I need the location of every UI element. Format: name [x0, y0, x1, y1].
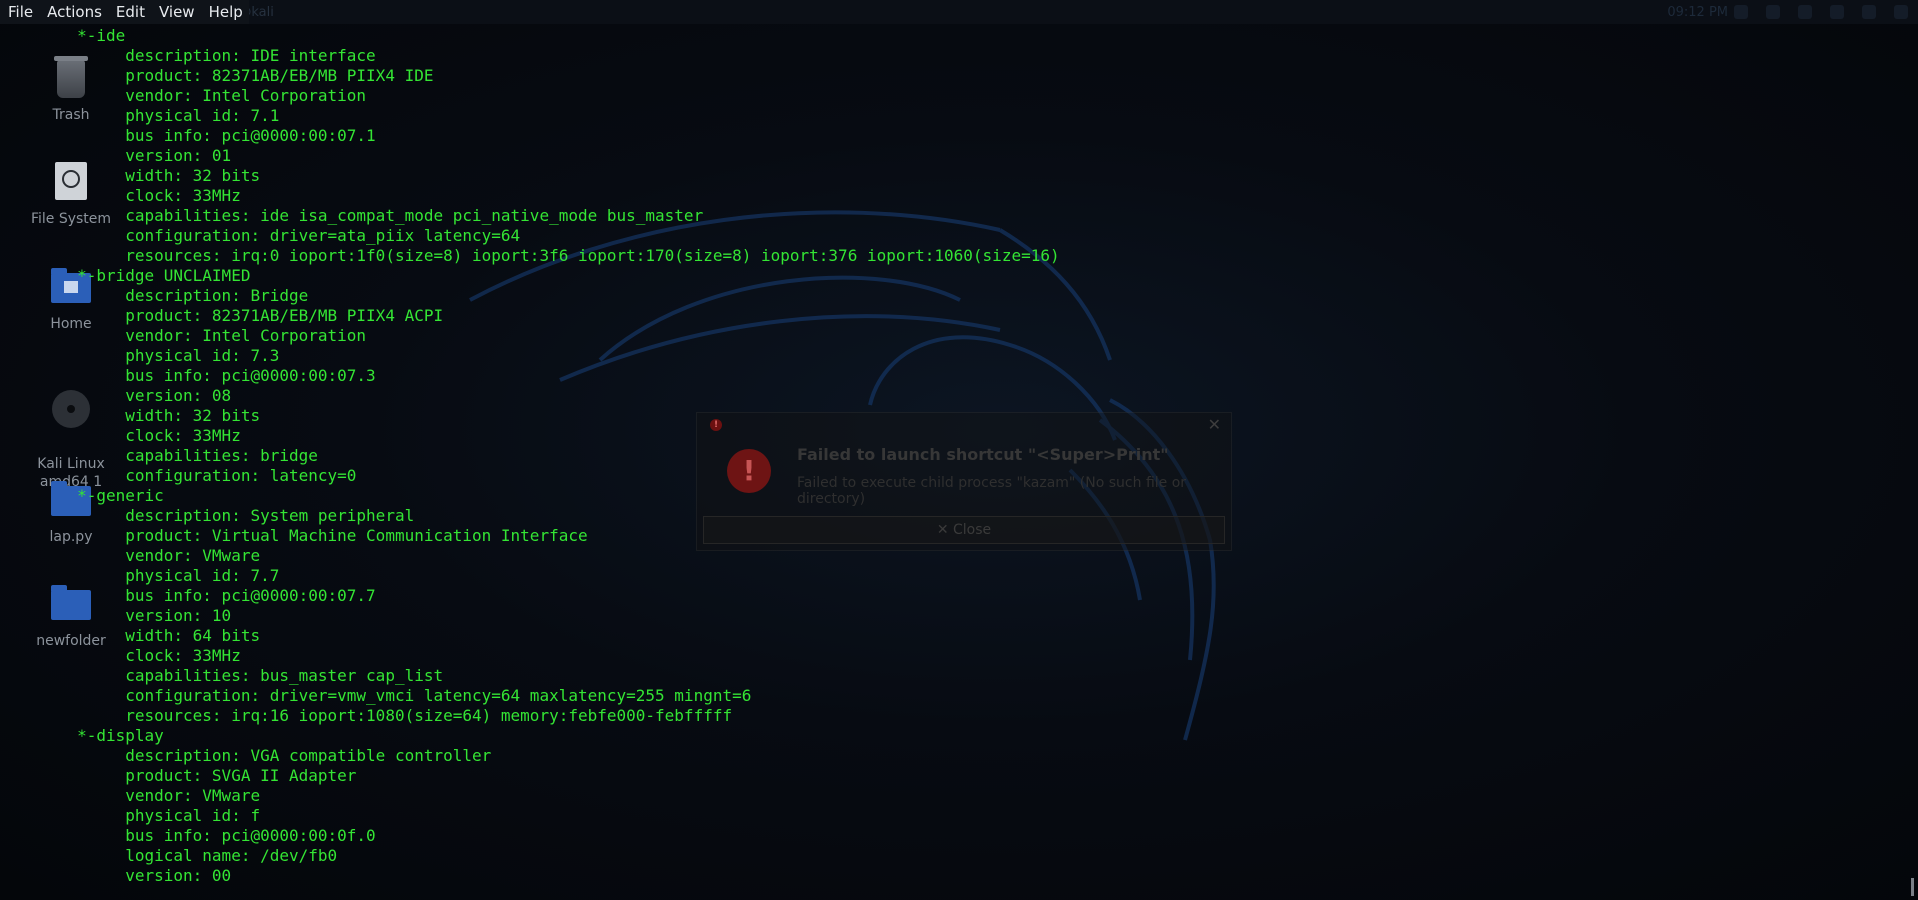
system-tray — [1734, 5, 1908, 19]
desktop-icon-label: lap.py — [49, 529, 93, 545]
desktop-icon-label: Trash — [52, 107, 90, 123]
desktop-icon-newfolder[interactable]: newfolder — [16, 582, 126, 650]
menu-help[interactable]: Help — [201, 0, 249, 24]
terminal-scrollbar[interactable] — [1911, 878, 1914, 896]
menu-edit[interactable]: Edit — [108, 0, 151, 24]
volume-icon[interactable] — [1766, 5, 1780, 19]
dialog-titlebar[interactable]: ! ✕ — [697, 413, 1231, 437]
lock-icon[interactable] — [1862, 5, 1876, 19]
display-icon[interactable] — [1734, 5, 1748, 19]
dialog-heading: Failed to launch shortcut "<Super>Print" — [797, 445, 1169, 464]
desktop-icon-lap-py[interactable]: lap.py — [16, 478, 126, 546]
terminal-menubar: File Actions Edit View Help — [0, 0, 249, 24]
dialog-close-button[interactable]: ✕ Close — [703, 516, 1225, 544]
desktop-screen: 09:12 PM abc@kali File Actions Edit View… — [0, 0, 1918, 900]
desktop-icon-home[interactable]: Home — [16, 265, 126, 333]
top-panel: 09:12 PM — [0, 0, 1918, 24]
folder-icon — [49, 478, 93, 522]
home-folder-icon — [49, 265, 93, 309]
menu-view[interactable]: View — [151, 0, 201, 24]
disc-icon — [49, 387, 93, 431]
dialog-detail: Failed to execute child process "kazam" … — [797, 475, 1187, 507]
power-menu-icon[interactable] — [1894, 5, 1908, 19]
menu-file[interactable]: File — [0, 0, 39, 24]
desktop-icon-file-system[interactable]: File System — [16, 160, 126, 228]
error-icon: ! — [727, 449, 771, 493]
dialog-close-icon[interactable]: ✕ — [1208, 415, 1221, 434]
panel-clock[interactable]: 09:12 PM — [1667, 5, 1728, 20]
error-dialog: ! ✕ ! Failed to launch shortcut "<Super>… — [696, 412, 1232, 551]
notification-bell-icon[interactable] — [1798, 5, 1812, 19]
drive-icon — [49, 160, 93, 204]
trash-icon — [49, 56, 93, 100]
folder-icon — [49, 582, 93, 626]
desktop-icon-label: Home — [50, 316, 92, 332]
desktop-icon-label: File System — [30, 211, 112, 227]
error-small-icon: ! — [710, 419, 722, 431]
desktop-icon-label: newfolder — [36, 633, 106, 649]
menu-actions[interactable]: Actions — [39, 0, 108, 24]
power-icon[interactable] — [1830, 5, 1844, 19]
desktop-icon-trash[interactable]: Trash — [16, 56, 126, 124]
